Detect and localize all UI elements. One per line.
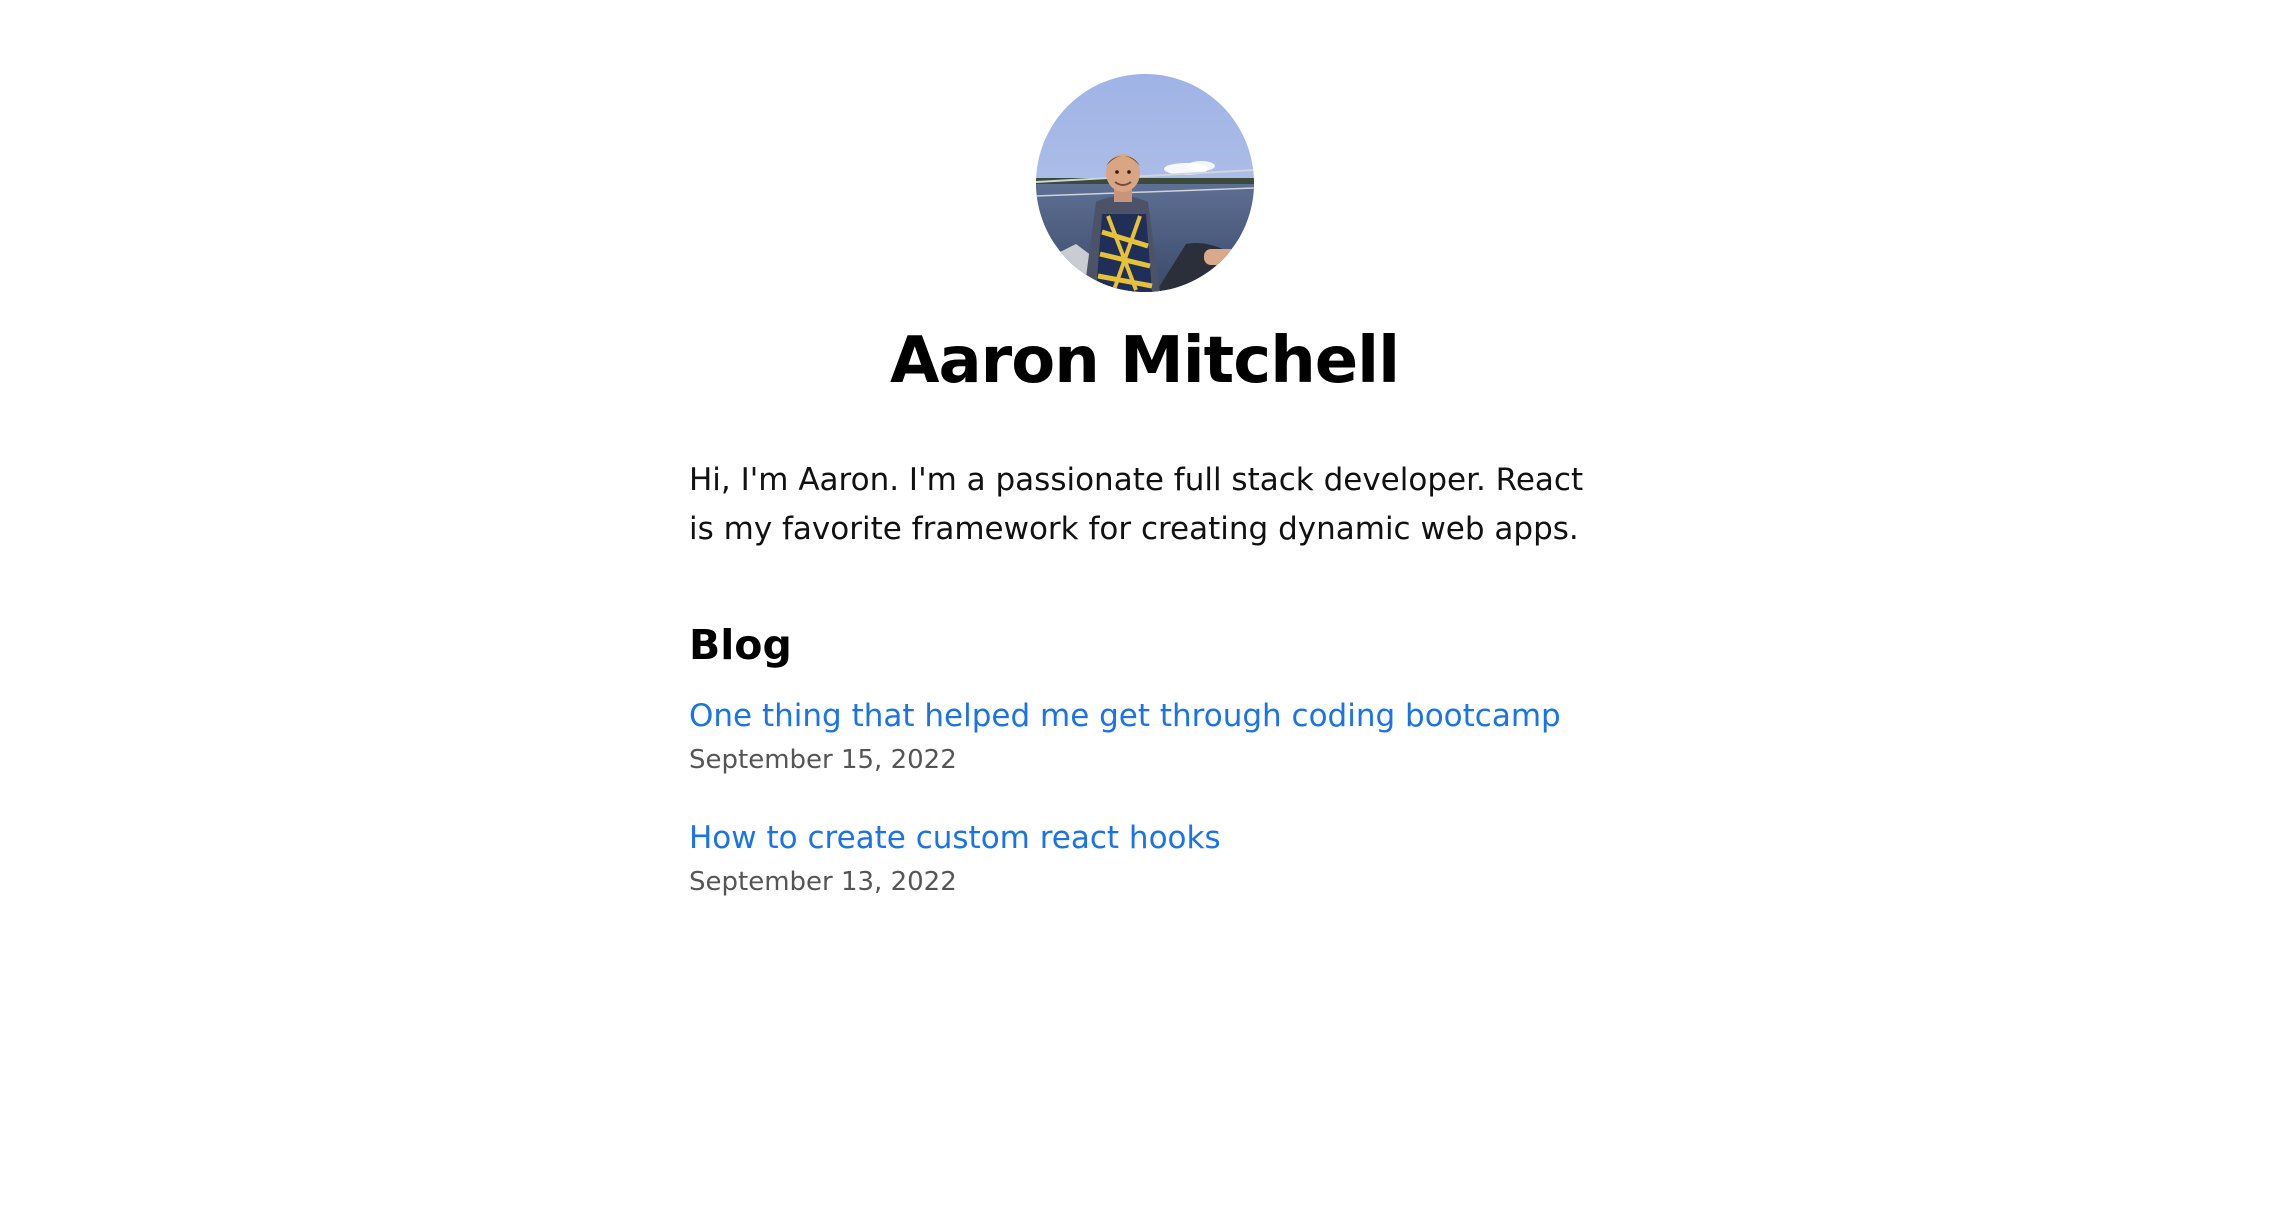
page-title: Aaron Mitchell [889,324,1400,398]
page: Aaron Mitchell Hi, I'm Aaron. I'm a pass… [0,0,2289,1207]
list-item: How to create custom react hooks Septemb… [689,816,1609,900]
blog-post-date: September 15, 2022 [689,745,957,776]
blog-heading: Blog [689,621,792,669]
profile-header: Aaron Mitchell [0,74,2289,396]
main-content: Hi, I'm Aaron. I'm a passionate full sta… [689,456,1609,938]
list-item: One thing that helped me get through cod… [689,694,1609,778]
blog-post-link[interactable]: One thing that helped me get through cod… [689,694,1609,738]
intro-text: Hi, I'm Aaron. I'm a passionate full sta… [689,462,1584,547]
blog-post-list: One thing that helped me get through cod… [689,694,1609,900]
blog-section: Blog One thing that helped me get throug… [689,621,1609,900]
avatar [1035,74,1254,292]
blog-post-date: September 13, 2022 [689,867,957,898]
blog-post-link[interactable]: How to create custom react hooks [689,816,1609,860]
avatar-photo [1035,74,1254,292]
